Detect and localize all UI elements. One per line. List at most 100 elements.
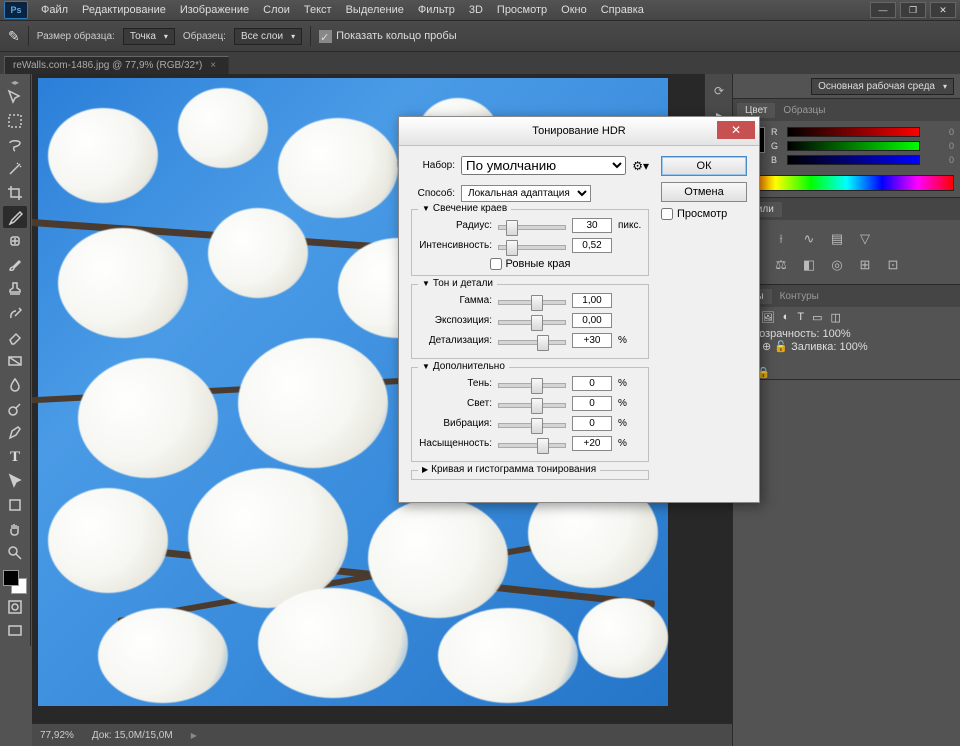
radius-input[interactable] — [572, 218, 612, 233]
marquee-tool[interactable] — [3, 110, 27, 132]
shape-tool[interactable] — [3, 494, 27, 516]
brush-tool[interactable] — [3, 254, 27, 276]
sample-size-dropdown[interactable]: Точка — [123, 28, 175, 45]
color-spectrum[interactable] — [739, 175, 954, 191]
detail-slider[interactable] — [498, 334, 566, 348]
gamma-input[interactable] — [572, 293, 612, 308]
filter-img-icon[interactable]: 🖼 — [761, 311, 775, 324]
fill-value[interactable]: 100% — [840, 341, 868, 353]
dodge-tool[interactable] — [3, 398, 27, 420]
b-value[interactable]: 0 — [926, 155, 954, 165]
detail-input[interactable] — [572, 333, 612, 348]
exposure-slider[interactable] — [498, 314, 566, 328]
layer-row[interactable]: 👁 Фон 🔒 — [733, 353, 960, 379]
eraser-tool[interactable] — [3, 326, 27, 348]
hand-tool[interactable] — [3, 518, 27, 540]
intensity-input[interactable] — [572, 238, 612, 253]
saturation-input[interactable] — [572, 436, 612, 451]
eyedropper-tool[interactable] — [3, 206, 27, 228]
method-dropdown[interactable]: Локальная адаптация — [461, 185, 591, 202]
workspace-dropdown[interactable]: Основная рабочая среда — [811, 78, 954, 95]
opacity-value[interactable]: 100% — [822, 328, 850, 340]
preset-dropdown[interactable]: По умолчанию — [461, 156, 626, 175]
curve-group[interactable]: ▶Кривая и гистограмма тонирования — [411, 470, 649, 480]
menu-edit[interactable]: Редактирование — [75, 2, 173, 18]
history-brush-tool[interactable] — [3, 302, 27, 324]
menu-help[interactable]: Справка — [594, 2, 651, 18]
screenmode-tool[interactable] — [3, 620, 27, 642]
r-slider[interactable] — [787, 127, 920, 137]
wand-tool[interactable] — [3, 158, 27, 180]
type-tool[interactable]: T — [3, 446, 27, 468]
filter-adj-icon[interactable]: ◐ — [783, 311, 790, 324]
saturation-slider[interactable] — [498, 437, 566, 451]
menu-select[interactable]: Выделение — [339, 2, 411, 18]
filter-shape-icon[interactable]: ▭ — [812, 311, 822, 324]
menu-3d[interactable]: 3D — [462, 2, 490, 18]
adj-bw-icon[interactable]: ◧ — [799, 256, 819, 274]
stamp-tool[interactable] — [3, 278, 27, 300]
tab-paths[interactable]: Контуры — [772, 289, 827, 304]
exposure-input[interactable] — [572, 313, 612, 328]
highlight-slider[interactable] — [498, 397, 566, 411]
g-slider[interactable] — [787, 141, 920, 151]
preview-checkbox[interactable] — [661, 208, 673, 220]
pen-tool[interactable] — [3, 422, 27, 444]
adj-mixer-icon[interactable]: ⊞ — [855, 256, 875, 274]
menu-layers[interactable]: Слои — [256, 2, 297, 18]
blur-tool[interactable] — [3, 374, 27, 396]
status-arrow-icon[interactable]: ▶ — [191, 731, 197, 740]
fg-bg-color[interactable] — [3, 570, 27, 594]
menu-window[interactable]: Окно — [554, 2, 594, 18]
smooth-edges-checkbox[interactable] — [490, 258, 502, 270]
b-slider[interactable] — [787, 155, 920, 165]
crop-tool[interactable] — [3, 182, 27, 204]
lasso-tool[interactable] — [3, 134, 27, 156]
sample-layers-dropdown[interactable]: Все слои — [234, 28, 302, 45]
close-app-icon[interactable]: ✕ — [930, 2, 956, 18]
menu-file[interactable]: Файл — [34, 2, 75, 18]
adj-lookup-icon[interactable]: ⊡ — [883, 256, 903, 274]
healing-tool[interactable] — [3, 230, 27, 252]
adj-balance-icon[interactable]: ⚖ — [771, 256, 791, 274]
history-icon[interactable]: ⟳ — [709, 82, 729, 100]
vibrance-slider[interactable] — [498, 417, 566, 431]
gamma-slider[interactable] — [498, 294, 566, 308]
zoom-tool[interactable] — [3, 542, 27, 564]
document-tab[interactable]: reWalls.com-1486.jpg @ 77,9% (RGB/32*) × — [4, 56, 229, 74]
shadow-slider[interactable] — [498, 377, 566, 391]
vibrance-input[interactable] — [572, 416, 612, 431]
filter-type-icon[interactable]: T — [797, 311, 804, 324]
dialog-close-button[interactable]: ✕ — [717, 121, 755, 139]
tab-swatches[interactable]: Образцы — [775, 103, 833, 118]
menu-view[interactable]: Просмотр — [490, 2, 554, 18]
zoom-level[interactable]: 77,92% — [40, 730, 74, 741]
adj-curves-icon[interactable]: ∿ — [799, 230, 819, 248]
move-tool[interactable] — [3, 86, 27, 108]
path-select-tool[interactable] — [3, 470, 27, 492]
r-value[interactable]: 0 — [926, 127, 954, 137]
gear-icon[interactable]: ⚙▾ — [632, 159, 649, 173]
cancel-button[interactable]: Отмена — [661, 182, 747, 202]
adj-vibrance-icon[interactable]: ▽ — [855, 230, 875, 248]
maximize-icon[interactable]: ❐ — [900, 2, 926, 18]
radius-slider[interactable] — [498, 219, 566, 233]
minimize-icon[interactable]: — — [870, 2, 896, 18]
shadow-input[interactable] — [572, 376, 612, 391]
g-value[interactable]: 0 — [926, 141, 954, 151]
highlight-input[interactable] — [572, 396, 612, 411]
adj-levels-icon[interactable]: ⟊ — [771, 230, 791, 248]
filter-smart-icon[interactable]: ◫ — [830, 311, 840, 324]
intensity-slider[interactable] — [498, 239, 566, 253]
adj-exposure-icon[interactable]: ▤ — [827, 230, 847, 248]
adj-photo-icon[interactable]: ◎ — [827, 256, 847, 274]
menu-filter[interactable]: Фильтр — [411, 2, 462, 18]
quickmask-tool[interactable] — [3, 596, 27, 618]
menu-text[interactable]: Текст — [297, 2, 339, 18]
dialog-titlebar[interactable]: Тонирование HDR ✕ — [399, 117, 759, 146]
close-tab-icon[interactable]: × — [210, 60, 216, 71]
show-ring-checkbox[interactable]: ✓ — [319, 30, 332, 43]
ok-button[interactable]: ОК — [661, 156, 747, 176]
menu-image[interactable]: Изображение — [173, 2, 256, 18]
gradient-tool[interactable] — [3, 350, 27, 372]
